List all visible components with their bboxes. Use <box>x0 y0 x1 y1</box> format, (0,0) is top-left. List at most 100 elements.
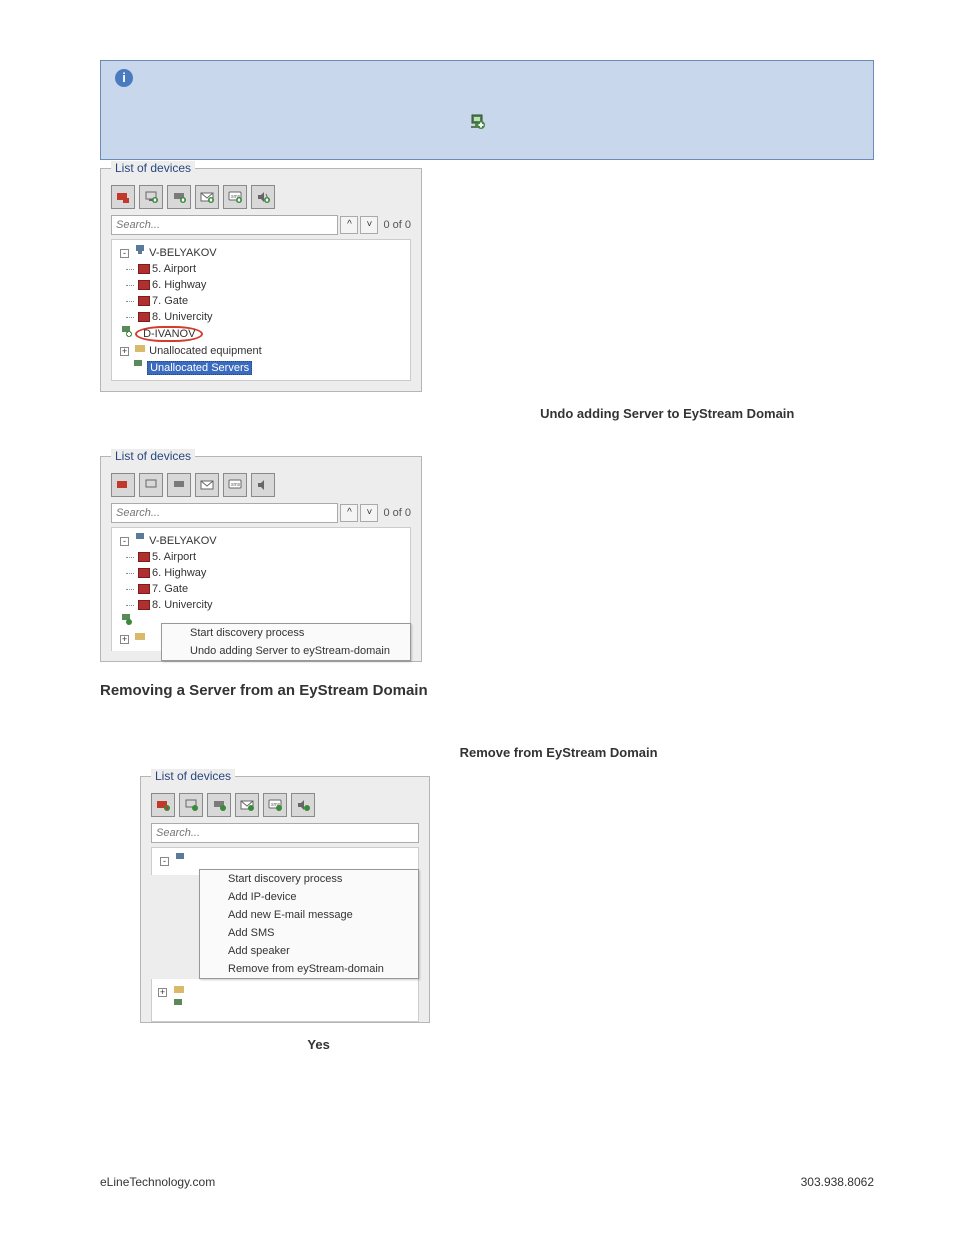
tree-item[interactable]: 7. Gate <box>152 583 188 595</box>
folder-icon <box>173 983 185 995</box>
camera-icon <box>138 280 150 290</box>
expander-icon[interactable]: + <box>158 988 167 997</box>
add-speaker-button[interactable] <box>291 793 315 817</box>
tree-item[interactable]: 8. Univercity <box>152 311 213 323</box>
add-mail-button[interactable] <box>235 793 259 817</box>
add-speaker-button[interactable] <box>251 473 275 497</box>
add-camera-button[interactable] <box>151 793 175 817</box>
expander-icon[interactable]: + <box>120 347 129 356</box>
search-input[interactable] <box>111 215 338 235</box>
info-icon: i <box>115 69 133 87</box>
menu-item-add-ip[interactable]: Add IP-device <box>200 888 418 906</box>
camera-icon <box>138 552 150 562</box>
device-tree: - V-BELYAKOV 5. Airport 6. Highway 7. Ga… <box>111 239 411 381</box>
add-camera-button[interactable] <box>111 473 135 497</box>
add-sms-button[interactable]: sms <box>223 185 247 209</box>
menu-item-remove-domain[interactable]: Remove from eyStream-domain <box>200 960 418 978</box>
add-sms-button[interactable]: sms <box>223 473 247 497</box>
tree-root[interactable]: V-BELYAKOV <box>149 535 216 547</box>
menu-item-start-discovery[interactable]: Start discovery process <box>200 870 418 888</box>
menu-item-add-speaker[interactable]: Add speaker <box>200 942 418 960</box>
info-banner: i Note Servers in the Unallocated Server… <box>100 60 874 160</box>
add-monitor-button[interactable] <box>139 473 163 497</box>
tree-item[interactable]: 7. Gate <box>152 295 188 307</box>
note-line2a: Servers in the Unallocated Servers group… <box>137 113 465 127</box>
expander-icon[interactable]: - <box>120 249 129 258</box>
toolbar: sms <box>111 185 411 209</box>
menu-item-add-email[interactable]: Add new E-mail message <box>200 906 418 924</box>
server-icon <box>134 244 146 256</box>
add-speaker-button[interactable] <box>251 185 275 209</box>
folder-icon <box>134 630 146 642</box>
expander-icon[interactable]: - <box>120 537 129 546</box>
tree-root[interactable]: V-BELYAKOV <box>149 247 216 259</box>
server-icon <box>134 532 146 544</box>
add-device-button[interactable] <box>167 473 191 497</box>
camera-icon <box>138 584 150 594</box>
server-icon <box>174 852 186 864</box>
expander-icon[interactable]: + <box>120 635 129 644</box>
folder-icon <box>134 342 146 354</box>
add-device-button[interactable] <box>167 185 191 209</box>
tree-item[interactable]: 8. Univercity <box>152 599 213 611</box>
devices-panel-1: List of devices sms ^ ˅ 0 of 0 - V-BELYA… <box>100 168 422 392</box>
add-sms-button[interactable]: sms <box>263 793 287 817</box>
add-monitor-button[interactable] <box>139 185 163 209</box>
tree-item[interactable]: Unallocated equipment <box>149 345 262 357</box>
tree-item[interactable]: 5. Airport <box>152 551 196 563</box>
camera-icon <box>138 264 150 274</box>
server-plus-icon <box>469 113 485 129</box>
heading-remove-server: Removing a Server from an EyStream Domai… <box>100 682 874 699</box>
para-confirm-c: to confirm that you want to remove the S… <box>333 1037 760 1052</box>
para-remove2a: Right-click to select a Server in the li… <box>100 745 456 760</box>
menu-item-undo-add-server[interactable]: Undo adding Server to eyStream-domain <box>162 642 410 660</box>
tree-item[interactable]: 5. Airport <box>152 263 196 275</box>
panel-legend: List of devices <box>151 769 235 783</box>
search-next-button[interactable]: ˅ <box>360 504 378 522</box>
tree-item[interactable]: 6. Highway <box>152 279 206 291</box>
search-count: 0 of 0 <box>380 507 411 519</box>
search-next-button[interactable]: ˅ <box>360 216 378 234</box>
search-prev-button[interactable]: ^ <box>340 504 358 522</box>
toolbar: sms <box>151 793 419 817</box>
tree-item-circled[interactable]: D-IVANOV <box>135 326 203 342</box>
camera-icon <box>138 568 150 578</box>
add-camera-button[interactable] <box>111 185 135 209</box>
server-icon <box>132 359 144 371</box>
menu-item-add-sms[interactable]: Add SMS <box>200 924 418 942</box>
camera-icon <box>138 600 150 610</box>
para-remove1: To remove a Server from an EyStream Doma… <box>100 713 370 728</box>
expander-icon[interactable]: - <box>160 857 169 866</box>
menu-item-start-discovery[interactable]: Start discovery process <box>162 624 410 642</box>
panel-legend: List of devices <box>111 449 195 463</box>
server-icon <box>172 998 184 1010</box>
para-confirm-b: Yes <box>307 1037 329 1052</box>
toolbar: sms <box>111 473 411 497</box>
add-monitor-button[interactable] <box>179 793 203 817</box>
search-input[interactable] <box>111 503 338 523</box>
server-plus-icon <box>120 325 132 337</box>
add-mail-button[interactable] <box>195 185 219 209</box>
search-count: 0 of 0 <box>380 219 411 231</box>
tree-item-selected[interactable]: Unallocated Servers <box>147 361 252 375</box>
svg-text:sms: sms <box>231 482 241 488</box>
camera-icon <box>138 312 150 322</box>
footer-site: eLineTechnology.com <box>100 1175 215 1189</box>
para-remove2b: Remove from EyStream Domain <box>460 745 658 760</box>
add-device-button[interactable] <box>207 793 231 817</box>
search-prev-button[interactable]: ^ <box>340 216 358 234</box>
devices-panel-2: List of devices sms ^ ˅ 0 of 0 - V-BELYA… <box>100 456 422 662</box>
note-line2b: icon. <box>488 113 513 127</box>
panel-legend: List of devices <box>111 161 195 175</box>
devices-panel-3: List of devices sms - XXXXXXXXXX Start d… <box>140 776 430 1023</box>
tree-item[interactable]: 6. Highway <box>152 567 206 579</box>
context-menu: Start discovery process Add IP-device Ad… <box>199 869 419 979</box>
camera-icon <box>138 296 150 306</box>
para-undo-bold: Undo adding Server to EyStream Domain <box>540 406 794 421</box>
page-footer: eLineTechnology.com 303.938.8062 <box>100 1175 874 1189</box>
para-remove2c: in the menu that appears. <box>661 745 808 760</box>
note-line1: Note <box>137 95 162 109</box>
search-input[interactable] <box>151 823 419 843</box>
add-mail-button[interactable] <box>195 473 219 497</box>
footer-phone: 303.938.8062 <box>801 1175 874 1189</box>
